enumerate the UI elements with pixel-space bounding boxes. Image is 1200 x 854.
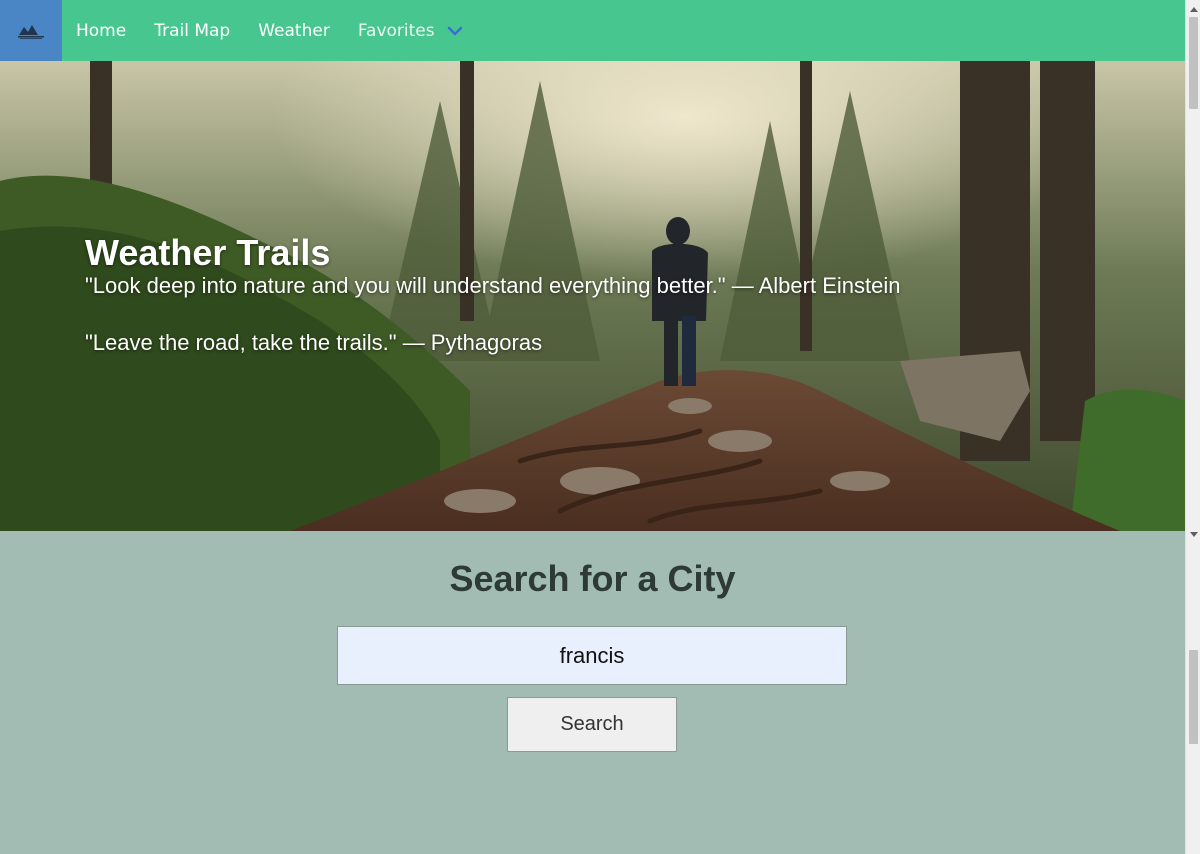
search-title: Search for a City — [449, 558, 736, 599]
scrollbar[interactable] — [1185, 0, 1200, 854]
nav-link-trail-map[interactable]: Trail Map — [154, 21, 230, 41]
hero-quote-einstein: "Look deep into nature and you will unde… — [85, 273, 901, 298]
nav-link-weather[interactable]: Weather — [258, 21, 330, 41]
scroll-down-arrow-icon[interactable] — [1186, 527, 1200, 541]
scroll-up-arrow-icon[interactable] — [1186, 2, 1200, 16]
nav-link-home[interactable]: Home — [76, 21, 126, 41]
navbar: Home Trail Map Weather Favorites — [0, 0, 1185, 61]
logo[interactable] — [0, 0, 62, 61]
hero-title: Weather Trails — [85, 232, 331, 273]
nav-link-favorites: Favorites — [357, 20, 435, 41]
search-button[interactable]: Search — [507, 697, 677, 752]
nav-favorites-dropdown[interactable]: Favorites — [358, 21, 463, 41]
mountain-logo-icon — [18, 24, 44, 39]
page: Home Trail Map Weather Favorites Weather… — [0, 0, 1200, 854]
hero-text: Weather Trails "Look deep into nature an… — [85, 233, 900, 356]
city-search-input[interactable] — [337, 626, 847, 685]
search-section: Search for a City Search — [0, 531, 1185, 854]
scrollbar-thumb[interactable] — [1189, 17, 1198, 109]
hero-quote-pythagoras: "Leave the road, take the trails." — Pyt… — [85, 330, 543, 355]
scrollbar-thumb-lower[interactable] — [1189, 650, 1198, 744]
hero-banner: Weather Trails "Look deep into nature an… — [0, 61, 1185, 531]
chevron-down-icon — [447, 26, 463, 36]
